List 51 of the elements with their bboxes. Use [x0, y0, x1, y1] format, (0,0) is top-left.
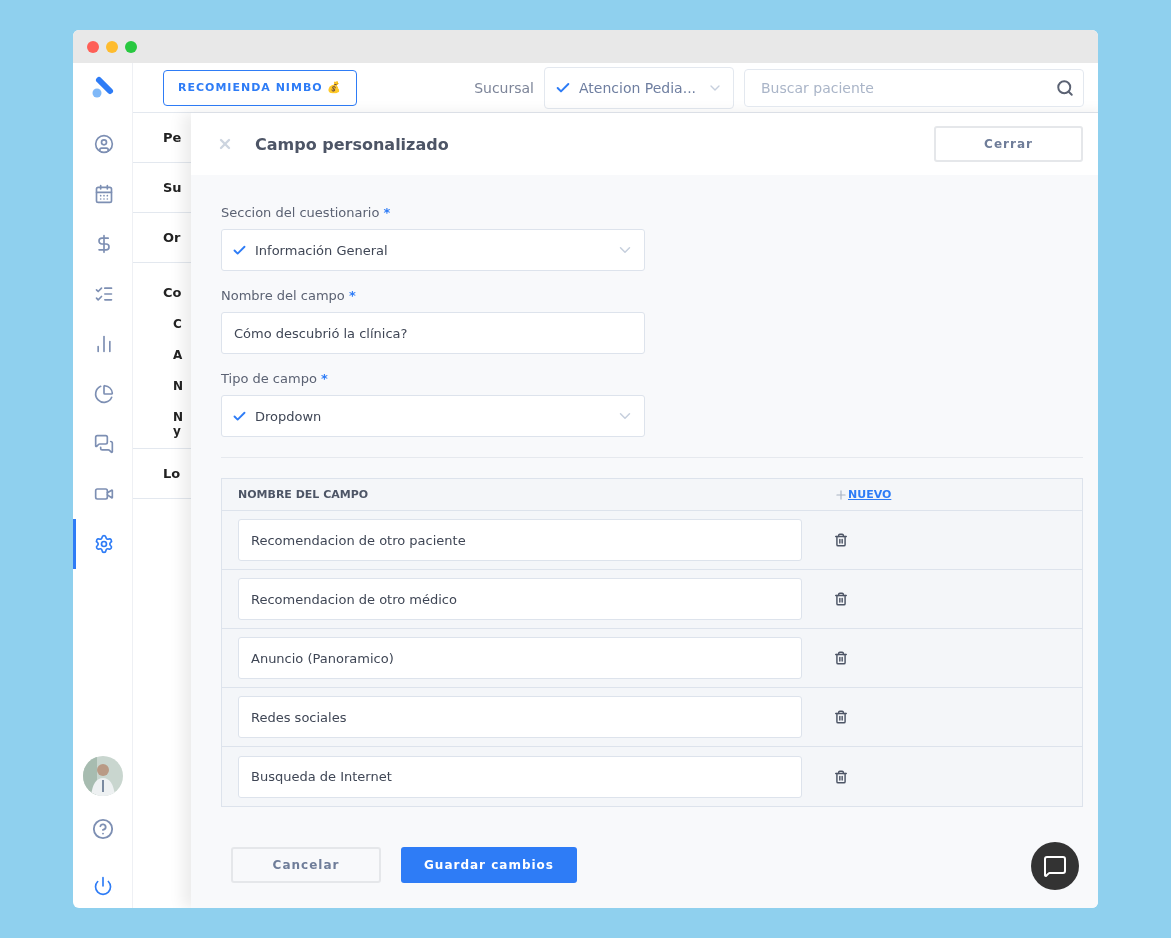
menu-item[interactable]: C: [173, 317, 187, 331]
select-field[interactable]: Información General: [221, 229, 645, 271]
trash-icon[interactable]: [834, 651, 848, 665]
input-field[interactable]: Redes sociales: [238, 696, 802, 738]
menu-section[interactable]: Or: [163, 230, 181, 245]
menu-section[interactable]: Co: [163, 285, 191, 300]
bar-chart-icon: [94, 334, 114, 354]
chat-bubble-icon: [1043, 854, 1067, 878]
close-window-dot[interactable]: [87, 40, 99, 53]
menu-section[interactable]: Pe: [163, 130, 182, 145]
pie-chart-icon: [94, 384, 114, 404]
save-button[interactable]: Guardar cambios: [401, 847, 577, 883]
trash-icon[interactable]: [834, 533, 848, 547]
menu-item[interactable]: A: [173, 348, 187, 362]
input-field[interactable]: Busqueda de Internet: [238, 755, 802, 798]
settings-icon: [94, 534, 114, 554]
chat-icon: [94, 434, 114, 454]
branch-label: Sucursal: [474, 79, 534, 96]
input-field[interactable]: Recomendacion de otro médico: [238, 578, 802, 620]
power-icon[interactable]: [92, 876, 113, 896]
menu-item[interactable]: N y: [173, 410, 187, 438]
select-field[interactable]: Dropdown: [221, 395, 645, 437]
trash-icon[interactable]: [834, 769, 848, 784]
help-icon[interactable]: [91, 818, 114, 840]
trash-icon[interactable]: [834, 592, 848, 606]
column-header: NOMBRE DEL CAMPO: [238, 488, 370, 501]
user-icon: [94, 134, 114, 154]
close-button[interactable]: Cerrar: [934, 126, 1083, 162]
zoom-window-dot[interactable]: [125, 40, 137, 53]
input-field[interactable]: Recomendacion de otro paciente: [238, 519, 802, 561]
list-icon: [94, 284, 114, 304]
search-field[interactable]: Buscar paciente: [744, 68, 1084, 107]
field-label: Seccion del cuestionario *: [221, 205, 392, 220]
field-label: Tipo de campo *: [221, 371, 329, 386]
field-label: Nombre del campo *: [221, 288, 357, 303]
cancel-button[interactable]: Cancelar: [231, 847, 381, 883]
recommend-button[interactable]: RECOMIENDA NIMBO 💰: [163, 69, 358, 106]
menu-section[interactable]: Lo: [163, 466, 181, 481]
input-field[interactable]: Anuncio (Panoramico): [238, 637, 802, 679]
minimize-window-dot[interactable]: [106, 40, 118, 53]
modal-title: Campo personalizado: [255, 134, 449, 154]
input-field[interactable]: Cómo descubrió la clínica?: [221, 312, 645, 354]
plus-icon: [834, 487, 848, 502]
branch-select[interactable]: Atencion Pedia...: [544, 66, 734, 109]
logo-icon: [90, 75, 115, 99]
trash-icon[interactable]: [834, 710, 848, 724]
search-icon[interactable]: [1056, 78, 1074, 97]
menu-item[interactable]: N: [173, 379, 187, 393]
calendar-icon: [94, 184, 114, 204]
menu-section[interactable]: Su: [163, 180, 182, 195]
new-link[interactable]: NUEVO: [834, 487, 892, 502]
